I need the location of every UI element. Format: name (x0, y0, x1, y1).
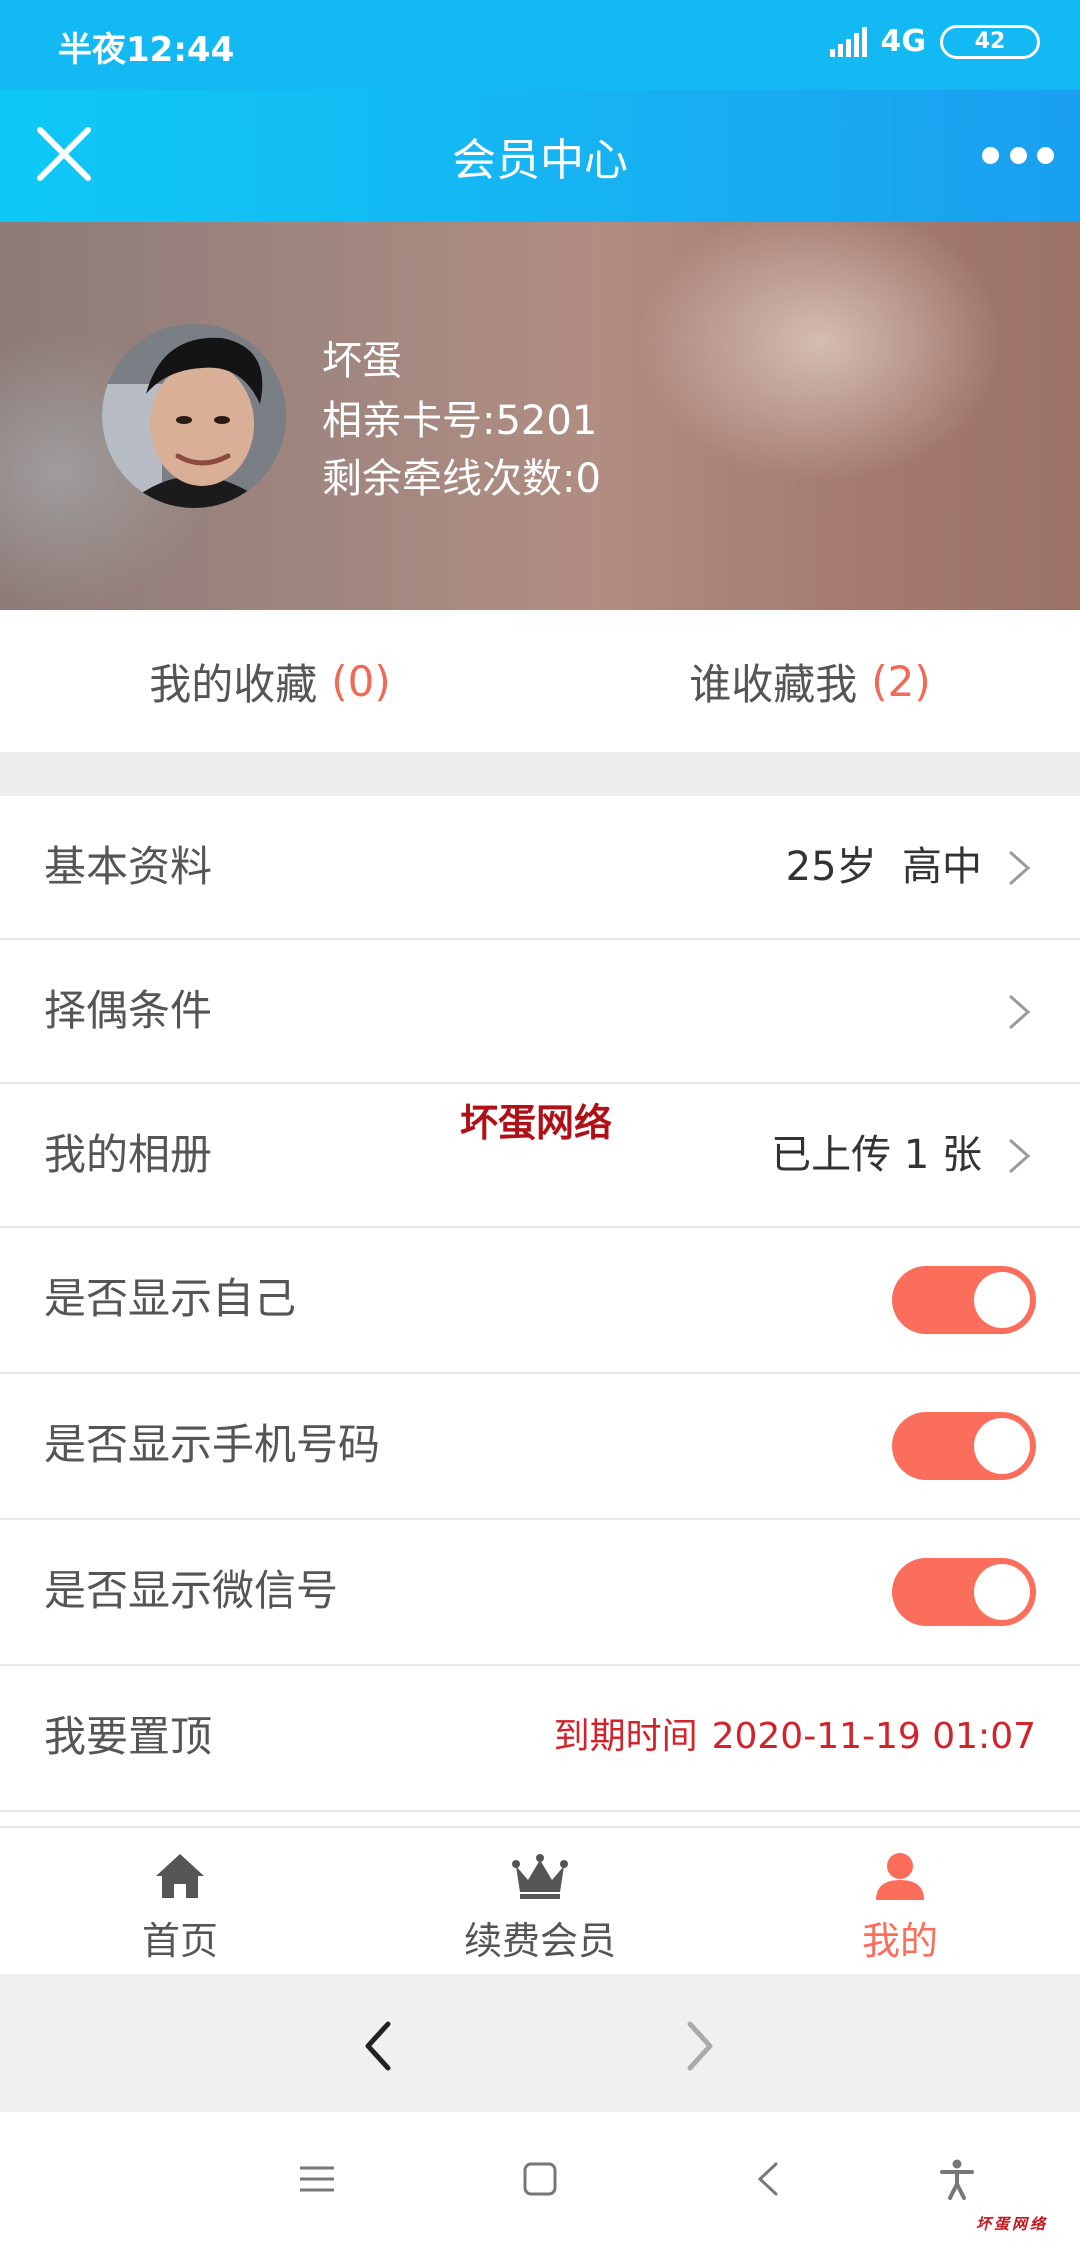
status-time: 半夜12:44 (58, 30, 235, 70)
browser-nav-bar (0, 1974, 1080, 2112)
who-favorited-me-label: 谁收藏我 (689, 659, 858, 709)
basic-info-value: 25岁 高中 (785, 844, 982, 890)
forward-arrow-icon[interactable] (680, 2018, 720, 2074)
profile-remaining-count: 剩余牵线次数:0 (322, 456, 601, 502)
nav-renew-membership[interactable]: 续费会员 (360, 1828, 720, 1976)
album-value: 已上传 1 张 (771, 1132, 982, 1178)
expire-value: 2020-11-19 01:07 (711, 1716, 1036, 1757)
pin-top-row[interactable]: 我要置顶 到期时间 2020-11-19 01:07 (0, 1666, 1080, 1812)
expire-info: 到期时间 2020-11-19 01:07 (554, 1666, 1036, 1808)
nav-home-label: 首页 (141, 1919, 218, 1963)
home-square-icon[interactable] (519, 2158, 561, 2200)
basic-info-label: 基本资料 (44, 842, 213, 891)
battery-icon: 42 (940, 24, 1040, 59)
show-wechat-label: 是否显示微信号 (44, 1566, 339, 1615)
profile-banner: 坏蛋 相亲卡号:5201 剩余牵线次数:0 (0, 222, 1080, 610)
show-self-label: 是否显示自己 (44, 1274, 297, 1323)
my-favorites-tab[interactable]: 我的收藏 (0) (0, 610, 540, 752)
more-dots-icon[interactable] (982, 130, 1054, 180)
section-divider (0, 752, 1080, 796)
show-phone-row: 是否显示手机号码 (0, 1374, 1080, 1520)
favorites-row: 我的收藏 (0) 谁收藏我 (2) (0, 610, 1080, 752)
page-title: 会员中心 (452, 135, 628, 186)
chevron-right-icon (1009, 994, 1031, 1030)
profile-card-number: 相亲卡号:5201 (322, 398, 598, 444)
home-icon (156, 1854, 204, 1898)
pin-top-label: 我要置顶 (44, 1712, 213, 1761)
nav-mine[interactable]: 我的 (720, 1828, 1080, 1976)
signal-icon (829, 26, 867, 57)
avatar[interactable] (102, 324, 286, 508)
bottom-nav: 首页 续费会员 我的 (0, 1826, 1080, 1976)
who-favorited-me-count: (2) (871, 656, 931, 706)
status-icons: 4G 42 (829, 24, 1040, 59)
album-label: 我的相册 (44, 1130, 213, 1179)
user-icon (876, 1853, 924, 1900)
system-nav-bar: 坏蛋网络 (0, 2112, 1080, 2244)
nav-renew-label: 续费会员 (463, 1919, 616, 1963)
nav-mine-label: 我的 (861, 1919, 938, 1963)
back-arrow-icon[interactable] (358, 2018, 398, 2074)
system-back-icon[interactable] (748, 2158, 790, 2200)
show-phone-toggle[interactable] (892, 1412, 1036, 1480)
chevron-right-icon (1009, 1138, 1031, 1174)
show-self-toggle[interactable] (892, 1266, 1036, 1334)
partner-conditions-label: 择偶条件 (44, 986, 213, 1035)
crown-icon (512, 1854, 568, 1899)
nav-home[interactable]: 首页 (0, 1828, 360, 1976)
network-type: 4G (880, 24, 927, 59)
show-wechat-toggle[interactable] (892, 1558, 1036, 1626)
who-favorited-me-tab[interactable]: 谁收藏我 (2) (540, 610, 1080, 752)
basic-info-row[interactable]: 基本资料 25岁 高中 (0, 796, 1080, 940)
watermark-text: 坏蛋网络 (460, 1100, 613, 1145)
show-self-row: 是否显示自己 (0, 1228, 1080, 1374)
battery-level: 42 (974, 29, 1006, 54)
my-favorites-count: (0) (331, 656, 391, 706)
profile-name: 坏蛋 (322, 338, 402, 384)
expire-label: 到期时间 (553, 1716, 698, 1757)
accessibility-icon[interactable] (936, 2158, 978, 2200)
brand-watermark: 坏蛋网络 (975, 2215, 1048, 2233)
partner-conditions-row[interactable]: 择偶条件 (0, 940, 1080, 1084)
show-phone-label: 是否显示手机号码 (44, 1420, 381, 1469)
menu-icon[interactable] (296, 2158, 338, 2200)
my-favorites-label: 我的收藏 (149, 659, 318, 709)
status-bar: 半夜12:44 4G 42 (0, 0, 1080, 90)
title-bar: 会员中心 (0, 90, 1080, 222)
chevron-right-icon (1009, 850, 1031, 886)
show-wechat-row: 是否显示微信号 (0, 1520, 1080, 1666)
